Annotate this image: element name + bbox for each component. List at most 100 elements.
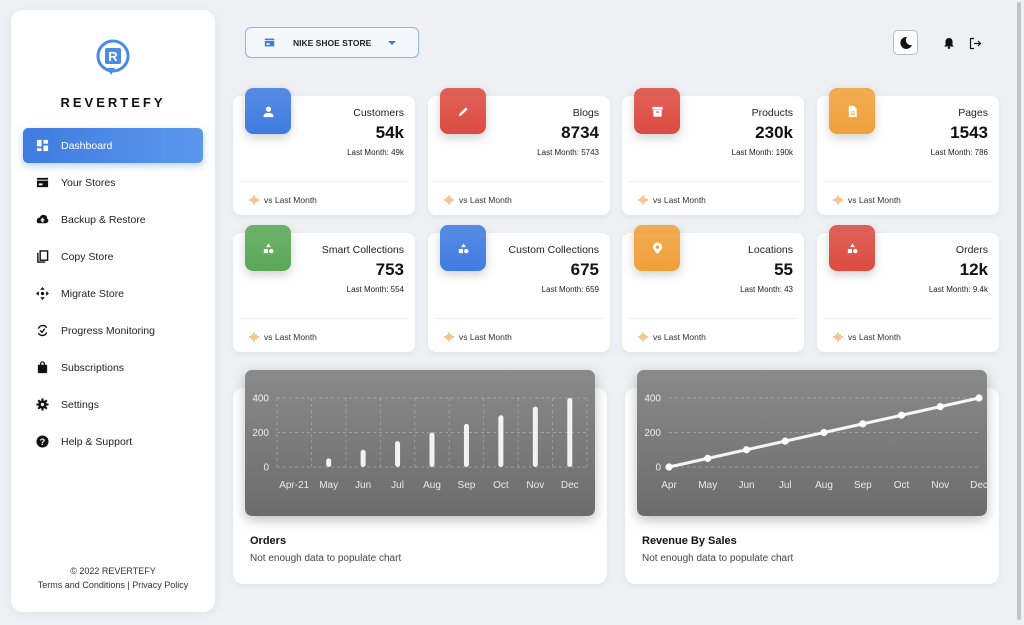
sound-wave-icon <box>444 332 454 342</box>
data-point <box>781 437 789 445</box>
stat-footer: vs Last Month <box>249 332 317 342</box>
sidebar-item-label: Backup & Restore <box>61 213 146 226</box>
sound-wave-icon <box>249 332 259 342</box>
bar <box>463 423 469 467</box>
orders-bar-chart: 0 200 400 Apr-21 May Jun Jul Aug Sep Oct Nov Dec <box>252 394 588 491</box>
sidebar: R REVERTEFY Dashboard Your Stores Backup… <box>11 10 215 612</box>
data-point <box>820 428 828 437</box>
data-point <box>975 394 983 402</box>
logout-icon <box>969 37 981 49</box>
card-divider <box>628 181 798 182</box>
card-divider <box>823 181 993 182</box>
notifications-button[interactable] <box>942 36 956 50</box>
stat-card-customers[interactable]: Customers 54k Last Month: 49k vs Last Month <box>233 88 415 215</box>
theme-toggle-button[interactable] <box>893 30 918 55</box>
sidebar-footer: © 2022 REVERTEFY Terms and Conditions | … <box>11 564 215 592</box>
stat-footer-label: vs Last Month <box>264 332 317 342</box>
stat-value: 230k <box>755 123 793 142</box>
data-point <box>897 411 906 419</box>
orders-chart-card: 0 200 400 Apr-21 May Jun Jul Aug Sep Oct Nov Dec Or… <box>233 370 607 584</box>
sidebar-nav: Dashboard Your Stores Backup & Restore C… <box>23 128 203 461</box>
stat-footer-label: vs Last Month <box>264 195 317 205</box>
x-tick-label: Aug <box>423 480 441 491</box>
stat-footer-label: vs Last Month <box>459 195 512 205</box>
sound-wave-icon <box>444 195 454 205</box>
logo-icon: R <box>96 39 130 75</box>
stat-badge <box>829 88 875 134</box>
stat-value: 12k <box>959 260 988 279</box>
stat-badge <box>245 225 291 271</box>
sidebar-item-your-stores[interactable]: Your Stores <box>23 165 203 200</box>
sound-wave-icon <box>638 195 648 205</box>
y-tick-label: 0 <box>655 463 661 474</box>
stat-title: Smart Collections <box>321 244 404 256</box>
brand-logo[interactable]: R <box>11 38 215 78</box>
terms-link[interactable]: Terms and Conditions <box>38 580 125 590</box>
stat-last-month: Last Month: 786 <box>930 148 988 157</box>
x-tick-label: Dec <box>970 480 987 491</box>
orders-chart-panel: 0 200 400 Apr-21 May Jun Jul Aug Sep Oct Nov Dec <box>245 370 595 516</box>
x-tick-label: Oct <box>493 480 509 491</box>
bar <box>429 432 435 467</box>
stat-card-smart-collections[interactable]: Smart Collections 753 Last Month: 554 vs La… <box>233 225 415 352</box>
page-scrollbar[interactable] <box>1017 2 1021 620</box>
stat-last-month: Last Month: 43 <box>740 285 793 294</box>
stat-badge <box>634 88 680 134</box>
shapes-icon <box>263 242 274 253</box>
stat-title: Pages <box>958 107 988 119</box>
sidebar-item-migrate-store[interactable]: Migrate Store <box>23 276 203 311</box>
y-tick-label: 200 <box>252 428 269 439</box>
stat-last-month: Last Month: 49k <box>347 148 404 157</box>
stat-card-orders[interactable]: Orders 12k Last Month: 9.4k vs Last Month <box>817 225 999 352</box>
stat-footer: vs Last Month <box>638 332 706 342</box>
sidebar-item-dashboard[interactable]: Dashboard <box>23 128 203 163</box>
privacy-link[interactable]: Privacy Policy <box>132 580 188 590</box>
sidebar-item-settings[interactable]: Settings <box>23 387 203 422</box>
stat-title: Locations <box>748 244 793 256</box>
chart-subtitle: Not enough data to populate chart <box>642 553 794 564</box>
x-tick-label: Sep <box>458 480 476 491</box>
store-icon <box>35 176 49 190</box>
sidebar-item-backup-restore[interactable]: Backup & Restore <box>23 202 203 237</box>
sidebar-item-label: Settings <box>61 398 99 411</box>
stat-badge <box>440 225 486 271</box>
migrate-icon <box>35 287 49 301</box>
stat-footer-label: vs Last Month <box>653 195 706 205</box>
sidebar-item-label: Help & Support <box>61 435 133 448</box>
stat-title: Products <box>751 107 793 119</box>
shopping-bag-icon <box>35 361 49 375</box>
store-selector-label: NIKE SHOE STORE <box>293 37 372 48</box>
revenue-chart-panel: 0 200 400 Apr May Jun Jul Aug Sep Oct Nov Dec <box>637 370 987 516</box>
stat-card-blogs[interactable]: Blogs 8734 Last Month: 5743 vs Last Month <box>428 88 610 215</box>
sidebar-item-help-support[interactable]: ? Help & Support <box>23 424 203 459</box>
stat-card-pages[interactable]: Pages 1543 Last Month: 786 vs Last Month <box>817 88 999 215</box>
stat-card-products[interactable]: Products 230k Last Month: 190k vs Last Mont… <box>622 88 804 215</box>
sidebar-item-copy-store[interactable]: Copy Store <box>23 239 203 274</box>
store-icon <box>264 38 275 47</box>
bar <box>498 415 504 467</box>
shapes-icon <box>458 242 469 253</box>
stat-badge <box>245 88 291 134</box>
logout-button[interactable] <box>968 36 982 50</box>
x-tick-label: Aug <box>815 480 833 491</box>
sound-wave-icon <box>833 195 843 205</box>
y-tick-label: 200 <box>644 428 661 439</box>
bar <box>395 441 401 467</box>
store-selector[interactable]: NIKE SHOE STORE <box>245 27 419 58</box>
svg-text:R: R <box>108 49 118 64</box>
data-point <box>704 454 712 462</box>
stat-footer-label: vs Last Month <box>848 195 901 205</box>
stat-card-locations[interactable]: Locations 55 Last Month: 43 vs Last Month <box>622 225 804 352</box>
sidebar-item-subscriptions[interactable]: Subscriptions <box>23 350 203 385</box>
sidebar-item-progress-monitoring[interactable]: Progress Monitoring <box>23 313 203 348</box>
card-divider <box>239 318 409 319</box>
stat-footer: vs Last Month <box>638 195 706 205</box>
sound-wave-icon <box>249 195 259 205</box>
y-tick-label: 400 <box>644 394 661 405</box>
chart-title: Revenue By Sales <box>642 535 737 547</box>
sidebar-item-label: Dashboard <box>61 139 113 152</box>
stat-card-custom-collections[interactable]: Custom Collections 675 Last Month: 659 vs L… <box>428 225 610 352</box>
chevron-down-icon <box>388 40 396 45</box>
stat-footer-label: vs Last Month <box>848 332 901 342</box>
brand-name: REVERTEFY <box>60 95 166 110</box>
